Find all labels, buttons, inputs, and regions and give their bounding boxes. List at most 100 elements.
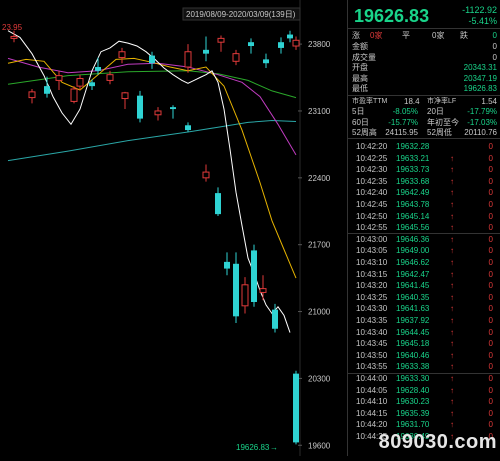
y-tick-label: 21700	[308, 241, 331, 250]
candle-body	[28, 91, 36, 99]
date-range-label: 2019/08/09-2020/03/09(139日)	[186, 10, 296, 19]
top-left-value: 23.95	[2, 23, 23, 32]
tick-price: 19631.70	[396, 420, 430, 430]
tick-up-arrow-icon: ↑	[450, 316, 454, 325]
tick-volume: 0	[488, 165, 493, 175]
tick-up-arrow-icon: ↑	[450, 246, 454, 256]
candle-body	[202, 171, 210, 179]
tick-up-arrow-icon: ↑	[450, 292, 454, 302]
adv-label: 涨	[352, 31, 360, 40]
separator	[348, 28, 500, 29]
tick-up-arrow-icon: ↑	[450, 223, 454, 233]
y-tick-label: 23800	[308, 40, 331, 49]
quote-row: 开盘 20343.31	[352, 62, 497, 73]
candle-body	[259, 288, 267, 293]
candle-body	[95, 67, 101, 71]
tick-row[interactable]: 10:42:40 19642.49 ↑ 0	[352, 187, 497, 198]
tick-volume: 0	[488, 362, 493, 372]
tick-row[interactable]: 10:42:25 19633.21 ↑ 0	[352, 153, 497, 164]
quote-label: 金额	[352, 42, 368, 51]
kline-chart[interactable]: 2019/08/09-2020/03/09(139日) 23.95 23800 2…	[0, 0, 345, 456]
tick-up-arrow-icon: ↑	[450, 234, 454, 244]
tick-time: 10:43:20	[356, 281, 388, 291]
tick-volume: 0	[488, 408, 493, 418]
candle-body	[287, 34, 293, 39]
tick-row[interactable]: 10:42:35 19633.68 ↑ 0	[352, 176, 497, 187]
tick-row[interactable]: 10:42:45 19643.78 ↑ 0	[352, 199, 497, 210]
stat-label: 60日	[352, 117, 369, 127]
ma20-line	[7, 57, 297, 156]
tick-row[interactable]: 10:42:30 19633.73 ↑ 0	[352, 164, 497, 175]
tick-row[interactable]: 10:43:35 19637.92 ↑ 0	[352, 315, 497, 326]
stat-label: 52周高	[352, 128, 377, 137]
candle-body	[154, 110, 162, 116]
quote-panel: 19626.83 -1122.92 -5.41% 涨 0家 平 0家 跌 0 金额 0 成交量 0…	[347, 0, 500, 456]
tick-row[interactable]: 10:43:10 19646.62 ↑ 0	[352, 257, 497, 268]
candle-body	[184, 51, 192, 68]
quote-row: 金额 0	[352, 41, 497, 52]
tick-price: 19635.39	[396, 408, 430, 418]
quote-label: 最低	[352, 84, 368, 93]
candle-body	[263, 59, 269, 64]
quote-label: 成交量	[352, 52, 376, 62]
tick-row[interactable]: 10:42:55 19645.56 ↑ 0	[352, 222, 497, 233]
tick-time: 10:42:50	[356, 211, 388, 221]
tick-row[interactable]: 10:43:05 19649.00 ↑ 0	[352, 245, 497, 256]
candle-body	[292, 39, 300, 47]
tick-volume: 0	[488, 339, 493, 349]
y-tick-label: 20300	[308, 374, 331, 383]
stat-label-2: 52周低	[427, 128, 452, 137]
tick-row[interactable]: 10:43:15 19642.47 ↑ 0	[352, 269, 497, 280]
tick-row[interactable]: 10:43:30 19641.63 ↑ 0	[352, 303, 497, 314]
tick-price: 19643.78	[396, 200, 430, 209]
tick-price: 19641.63	[396, 304, 430, 314]
tick-volume: 0	[488, 385, 493, 395]
y-tick-label: 21000	[308, 308, 331, 317]
tick-row[interactable]: 10:43:20 19641.45 ↑ 0	[352, 280, 497, 291]
quote-value: 0	[492, 42, 497, 51]
tick-row[interactable]: 10:43:55 19633.38 ↑ 0	[352, 361, 497, 372]
candle-body	[185, 125, 191, 131]
tick-time: 10:43:40	[356, 327, 388, 337]
tick-up-arrow-icon: ↑	[450, 211, 454, 221]
tick-row[interactable]: 10:44:15 19635.39 ↑ 0	[352, 408, 497, 419]
quote-value: 0	[492, 52, 497, 62]
tick-price: 19642.49	[396, 188, 430, 198]
tick-row[interactable]: 10:44:00 19633.30 ↑ 0	[352, 373, 497, 384]
tick-row[interactable]: 10:44:05 19628.40 ↑ 0	[352, 385, 497, 396]
tick-time: 10:42:40	[356, 188, 388, 198]
stat-label-2: 20日	[427, 107, 444, 116]
tick-row[interactable]: 10:43:00 19646.36 ↑ 0	[352, 234, 497, 245]
tick-volume: 0	[488, 188, 493, 198]
tick-row[interactable]: 10:44:10 19630.23 ↑ 0	[352, 396, 497, 407]
tick-volume: 0	[488, 420, 493, 430]
performance-row: 60日 -15.77% 年初至今 -17.03%	[352, 117, 497, 128]
tick-up-arrow-icon: ↑	[450, 153, 454, 163]
tick-up-arrow-icon: ↑	[450, 188, 454, 198]
stat-value-2: -17.03%	[467, 117, 497, 127]
tick-up-arrow-icon: ↑	[450, 350, 454, 360]
tick-row[interactable]: 10:43:40 19644.45 ↑ 0	[352, 327, 497, 338]
tick-row[interactable]: 10:42:50 19645.14 ↑ 0	[352, 211, 497, 222]
tick-volume: 0	[488, 374, 493, 383]
tick-row[interactable]: 10:43:50 19640.46 ↑ 0	[352, 350, 497, 361]
quote-value: 19626.83	[463, 84, 497, 93]
tick-time: 10:43:55	[356, 362, 388, 372]
candle-body	[272, 309, 278, 329]
tick-row[interactable]: 10:42:20 19632.28 0	[352, 141, 497, 152]
tick-price: 19645.14	[396, 211, 430, 221]
stat-label: 5日	[352, 107, 365, 116]
tick-row[interactable]: 10:43:25 19640.35 ↑ 0	[352, 292, 497, 303]
tick-time: 10:44:05	[356, 385, 388, 395]
dec-value: 0	[492, 31, 497, 40]
y-tick-label: 23100	[308, 107, 331, 116]
candle-body	[233, 263, 239, 317]
tick-up-arrow-icon: ↑	[450, 176, 454, 186]
tick-time: 10:43:50	[356, 350, 388, 360]
tick-row[interactable]: 10:43:45 19645.18 ↑ 0	[352, 338, 497, 349]
tick-time: 10:42:45	[356, 200, 388, 209]
candle-body	[278, 42, 284, 48]
tick-row[interactable]: 10:44:20 19631.70 ↑ 0	[352, 419, 497, 430]
kline-svg: 2019/08/09-2020/03/09(139日) 23.95 23800 2…	[2, 0, 331, 456]
candle-body	[251, 250, 257, 302]
